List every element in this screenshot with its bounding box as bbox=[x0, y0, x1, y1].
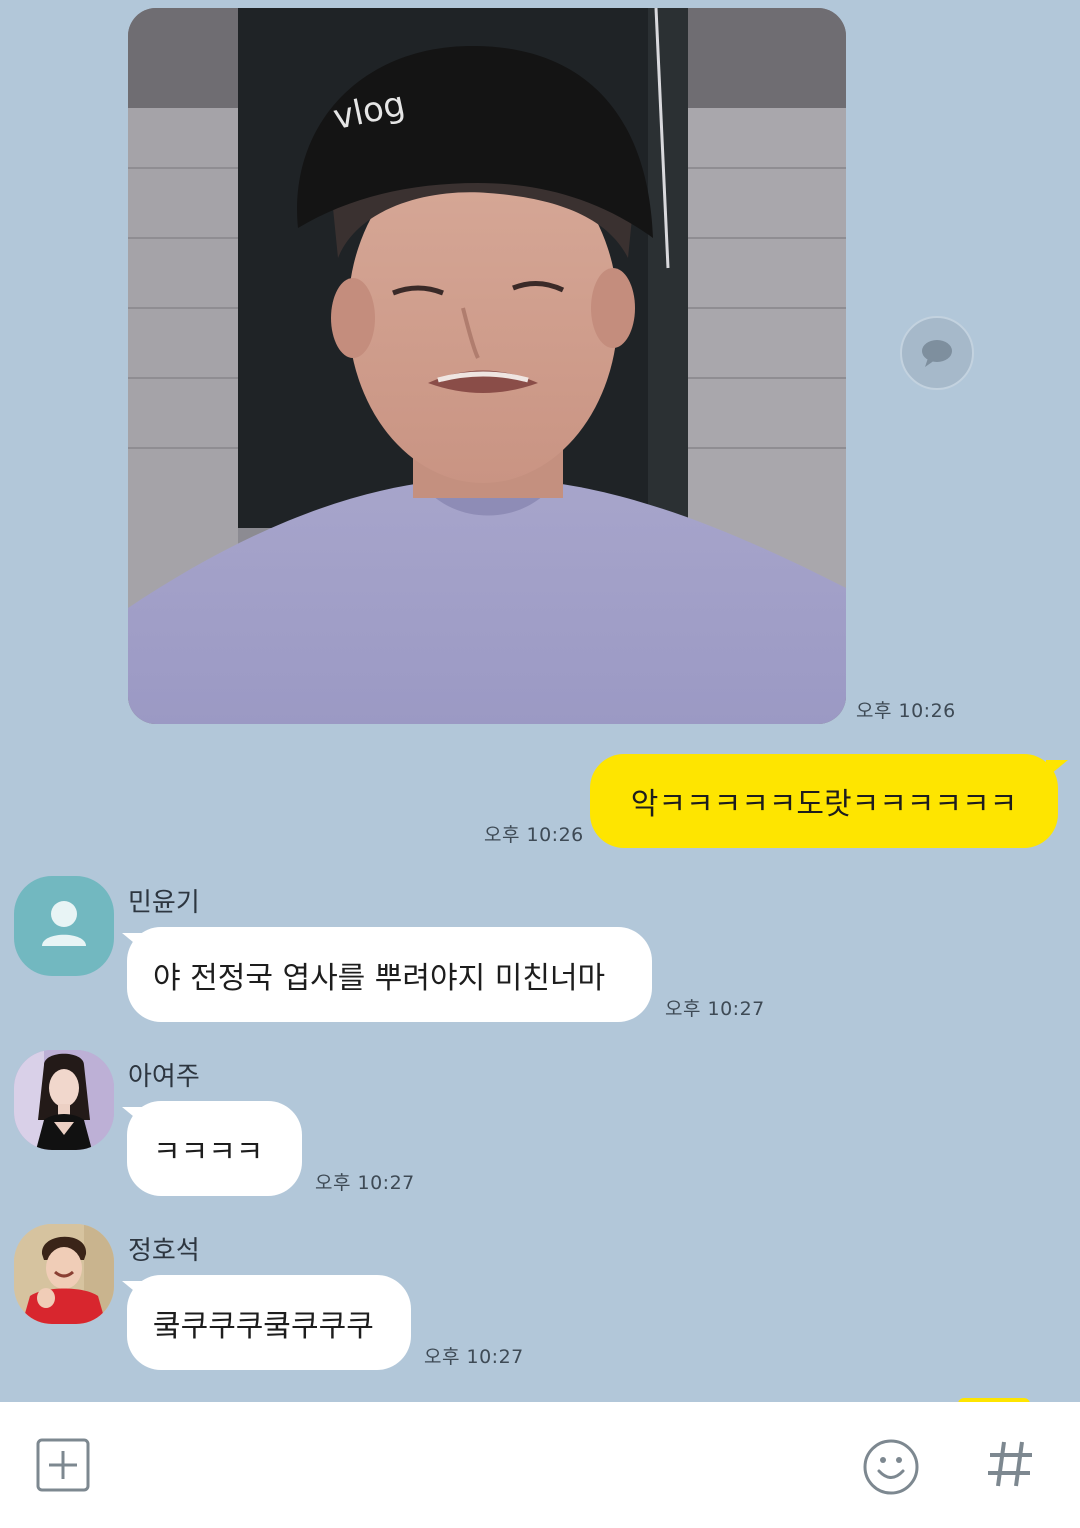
message-text: 쿸쿠쿠쿠쿸쿠쿠쿠 bbox=[153, 1308, 374, 1344]
emoji-button[interactable] bbox=[862, 1438, 920, 1496]
person-icon bbox=[42, 901, 86, 946]
message-time: 오후 10:27 bbox=[424, 1346, 524, 1368]
bubble-tail bbox=[122, 1281, 144, 1299]
my-message-bubble[interactable]: 악ㅋㅋㅋㅋㅋ도랏ㅋㅋㅋㅋㅋㅋ bbox=[590, 754, 1058, 848]
message-time: 오후 10:27 bbox=[315, 1172, 415, 1194]
avatar-ayeoju[interactable] bbox=[14, 1050, 114, 1150]
photo-message[interactable]: vlog bbox=[128, 8, 846, 724]
message-time: 오후 10:27 bbox=[665, 998, 765, 1020]
speech-bubble-icon bbox=[922, 340, 952, 367]
sender-name: 민윤기 bbox=[128, 888, 200, 918]
message-input-bar[interactable] bbox=[0, 1402, 1080, 1528]
avatar-min-yoongi[interactable] bbox=[14, 876, 114, 976]
profile-photo bbox=[14, 1224, 114, 1324]
add-button[interactable] bbox=[36, 1438, 90, 1492]
message-bubble-jung-hoseok[interactable]: 쿸쿠쿠쿠쿸쿠쿠쿠 bbox=[127, 1275, 411, 1370]
chat-area[interactable]: vlog 오후 10:26 악ㅋㅋㅋㅋㅋ도랏ㅋㅋㅋㅋㅋㅋ 오후 10:26 민윤… bbox=[0, 0, 1080, 1402]
plus-square-icon bbox=[36, 1438, 90, 1492]
my-message-time: 오후 10:26 bbox=[484, 824, 584, 846]
message-text: 야 전정국 엽사를 뿌려야지 미친너마 bbox=[153, 960, 606, 996]
bubble-tail bbox=[122, 933, 144, 951]
bubble-tail bbox=[122, 1107, 144, 1125]
message-bubble-min-yoongi[interactable]: 야 전정국 엽사를 뿌려야지 미친너마 bbox=[127, 927, 652, 1022]
share-button[interactable] bbox=[900, 316, 974, 390]
profile-photo bbox=[14, 1050, 114, 1150]
avatar-jung-hoseok[interactable] bbox=[14, 1224, 114, 1324]
message-bubble-ayeoju[interactable]: ㅋㅋㅋㅋ bbox=[127, 1101, 302, 1196]
hash-icon bbox=[988, 1441, 1032, 1487]
smiley-icon bbox=[863, 1439, 919, 1495]
photo-time: 오후 10:26 bbox=[856, 700, 956, 722]
sender-name: 정호석 bbox=[128, 1236, 200, 1266]
hashtag-button[interactable] bbox=[986, 1438, 1034, 1490]
my-message-text: 악ㅋㅋㅋㅋㅋ도랏ㅋㅋㅋㅋㅋㅋ bbox=[630, 787, 1018, 822]
message-text: ㅋㅋㅋㅋ bbox=[153, 1134, 264, 1170]
my-bubble-tail bbox=[1046, 760, 1068, 778]
sender-name: 아여주 bbox=[128, 1062, 200, 1092]
